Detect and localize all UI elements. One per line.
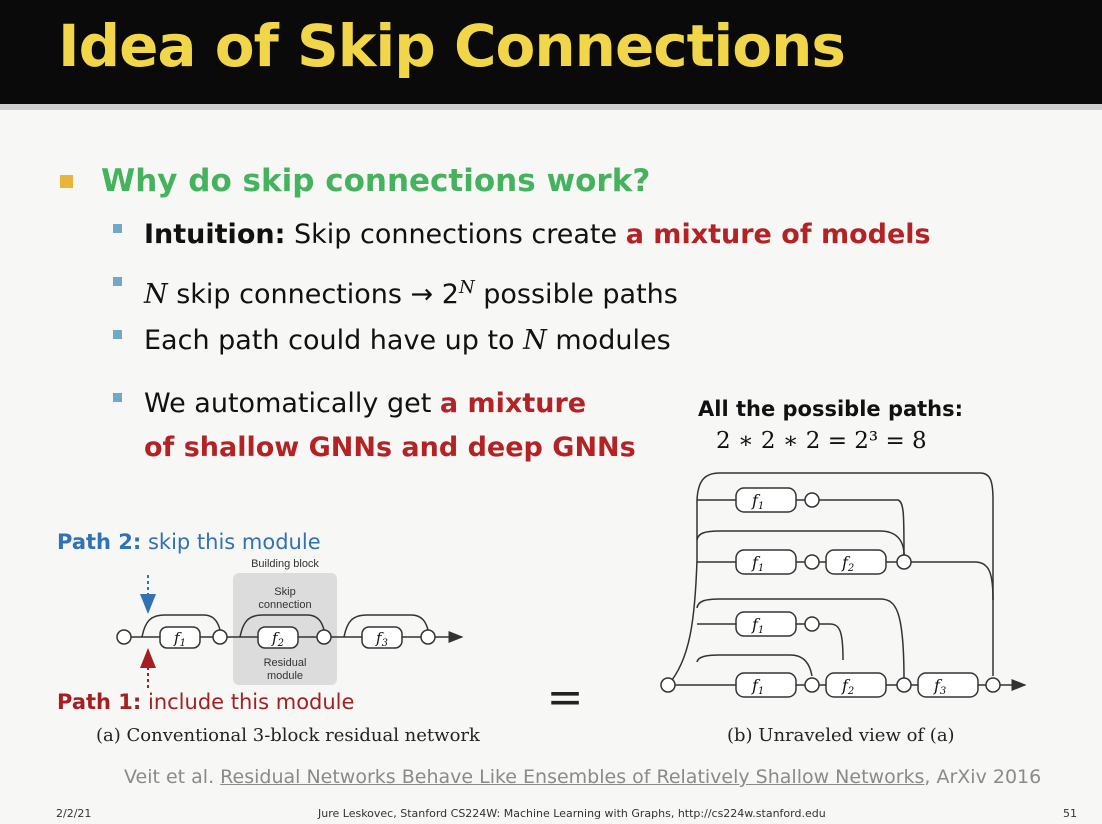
- all-paths-heading: All the possible paths:: [698, 397, 964, 421]
- citation-author: Veit et al.: [124, 766, 221, 788]
- citation-link[interactable]: Residual Networks Behave Like Ensembles …: [220, 766, 924, 788]
- footer-date: 2/2/21: [56, 807, 92, 820]
- equals-sign: =: [547, 672, 584, 723]
- residual-label-2: module: [267, 670, 303, 682]
- skip-label-2: connection: [258, 599, 311, 611]
- citation: Veit et al. Residual Networks Behave Lik…: [124, 766, 1041, 788]
- unraveled-nodes: [660, 487, 1001, 698]
- residual-label-1: Residual: [264, 657, 307, 669]
- footer-course: Jure Leskovec, Stanford CS224W: Machine …: [318, 807, 826, 820]
- footer-page-number: 51: [1063, 807, 1077, 820]
- caption-a: (a) Conventional 3-block residual networ…: [96, 725, 480, 746]
- b-f2-sub: 2: [847, 686, 854, 697]
- b-f3-sub: 3: [940, 686, 946, 697]
- citation-venue: , ArXiv 2016: [924, 766, 1042, 788]
- b-f1-sub: 1: [758, 625, 764, 636]
- caption-b: (b) Unraveled view of (a): [727, 725, 955, 746]
- f1-sub: 1: [180, 638, 186, 649]
- b-f1-sub: 1: [758, 563, 764, 574]
- building-block-label: Building block: [251, 558, 319, 570]
- f2-sub: 2: [277, 638, 284, 649]
- unraveled-edges: [667, 472, 1027, 691]
- b-f1-sub: 1: [758, 686, 764, 697]
- f3-sub: 3: [382, 638, 388, 649]
- b-f1-sub: 1: [758, 501, 764, 512]
- paths-formula: 2 ∗ 2 ∗ 2 = 2³ = 8: [716, 428, 927, 454]
- b-f2-sub: 2: [847, 563, 854, 574]
- skip-label-1: Skip: [274, 586, 295, 598]
